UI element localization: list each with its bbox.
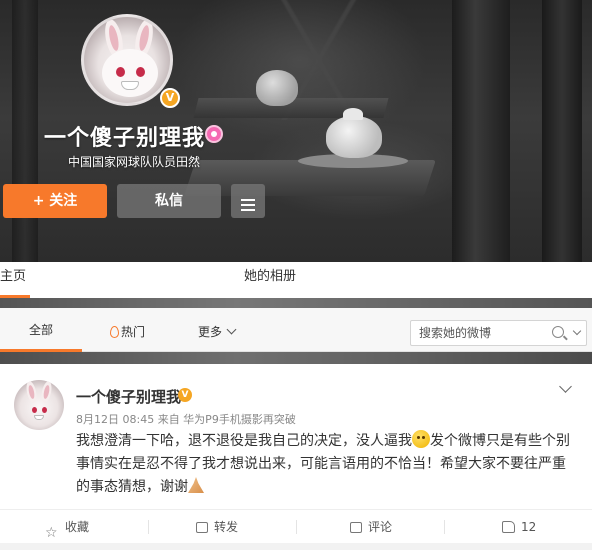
cover-post-left xyxy=(12,0,38,262)
message-button[interactable]: 私信 xyxy=(117,184,221,218)
divider xyxy=(148,520,149,534)
hamburger-icon xyxy=(241,199,255,201)
profile-cover: V 一个傻子别理我 中国国家网球队队员田然 + 关注 私信 xyxy=(0,0,592,262)
fire-icon xyxy=(110,326,119,338)
cover-teapot xyxy=(326,116,382,158)
repost-label: 转发 xyxy=(214,520,239,534)
chevron-down-icon[interactable] xyxy=(572,326,582,336)
star-icon xyxy=(45,516,59,550)
post-text-part1: 我想澄清一下哈，退不退役是我自己的决定，没人逼我 xyxy=(76,433,412,449)
cover-teapot-lid xyxy=(343,108,363,120)
search-box xyxy=(410,320,587,346)
post-meta[interactable]: 8月12日 08:45 来自 华为P9手机摄影再突破 xyxy=(76,411,296,427)
chevron-down-icon xyxy=(226,324,237,335)
cover-post-right xyxy=(542,0,582,262)
favorite-button[interactable]: 收藏 xyxy=(45,510,90,550)
comment-icon xyxy=(350,522,362,533)
filter-more-dropdown[interactable]: 更多 xyxy=(198,308,237,352)
tab-home[interactable]: 主页 xyxy=(0,262,30,298)
like-count: 12 xyxy=(521,520,537,534)
background-strip xyxy=(0,298,592,308)
like-button[interactable]: 12 xyxy=(502,510,536,544)
verified-badge-icon: V xyxy=(178,388,192,402)
member-icon[interactable] xyxy=(205,125,223,143)
shy-emoji-icon xyxy=(412,430,430,448)
thumbs-up-icon xyxy=(502,521,515,533)
post-options-chevron-icon[interactable] xyxy=(559,380,572,393)
comment-button[interactable]: 评论 xyxy=(350,510,392,544)
follow-button[interactable]: + 关注 xyxy=(3,184,107,218)
profile-description: 中国国家网球队队员田然 xyxy=(68,155,201,169)
feed-filter-bar: 全部 热门 更多 xyxy=(0,308,592,352)
post-text: 我想澄清一下哈，退不退役是我自己的决定，没人逼我 发个微博只是有些个别事情实在是忍… xyxy=(76,430,576,499)
tab-album[interactable]: 她的相册 xyxy=(244,262,296,298)
feed-post: 一个傻子别理我 V 8月12日 08:45 来自 华为P9手机摄影再突破 我想澄… xyxy=(0,364,592,550)
profile-avatar[interactable] xyxy=(81,14,173,106)
background-strip xyxy=(0,352,592,364)
favorite-label: 收藏 xyxy=(65,520,90,534)
post-author-avatar[interactable] xyxy=(14,380,64,430)
search-icon[interactable] xyxy=(552,326,564,338)
more-menu-button[interactable] xyxy=(231,184,265,218)
filter-hot-tab[interactable]: 热门 xyxy=(110,308,145,352)
repost-button[interactable]: 转发 xyxy=(196,510,238,544)
verified-badge-icon: V xyxy=(160,88,180,108)
profile-tabs: 主页 她的相册 xyxy=(0,262,592,298)
divider xyxy=(444,520,445,534)
filter-all-tab[interactable]: 全部 xyxy=(0,308,82,352)
praying-hands-emoji-icon xyxy=(188,477,204,493)
share-icon xyxy=(196,522,208,533)
post-actions: 收藏 转发 评论 12 xyxy=(0,509,592,550)
search-input[interactable] xyxy=(411,321,551,345)
profile-name: 一个傻子别理我 xyxy=(44,126,206,151)
filter-hot-label: 热门 xyxy=(121,325,146,339)
post-author-name[interactable]: 一个傻子别理我 xyxy=(76,386,181,407)
comment-label: 评论 xyxy=(368,520,393,534)
divider xyxy=(296,520,297,534)
filter-more-label: 更多 xyxy=(198,325,223,339)
cover-post-middle xyxy=(452,0,510,262)
cover-teapot-back xyxy=(256,70,298,106)
